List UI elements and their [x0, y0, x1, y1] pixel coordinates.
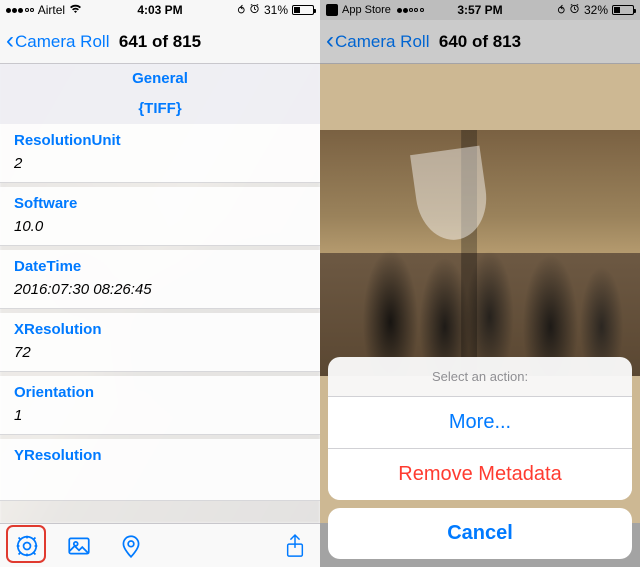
- row-resolutionunit: ResolutionUnit 2: [0, 124, 320, 183]
- pin-icon[interactable]: [118, 533, 144, 559]
- row-key: ResolutionUnit: [14, 132, 306, 149]
- more-button[interactable]: More...: [328, 397, 632, 449]
- left-screenshot: Airtel 4:03 PM ⥀ 31% ‹ Camera Roll 641 o…: [0, 0, 320, 567]
- chevron-left-icon: ‹: [326, 29, 334, 53]
- photo-icon[interactable]: [66, 533, 92, 559]
- back-button[interactable]: ‹ Camera Roll: [320, 30, 429, 54]
- metadata-scroll[interactable]: General {TIFF} ResolutionUnit 2 Software…: [0, 64, 320, 523]
- section-header-general: General: [0, 64, 320, 94]
- row-val: 72: [14, 344, 306, 361]
- section-header-tiff: {TIFF}: [0, 94, 320, 124]
- row-key: YResolution: [14, 447, 306, 464]
- battery-icon: [292, 5, 314, 15]
- row-datetime: DateTime 2016:07:30 08:26:45: [0, 250, 320, 309]
- cancel-button[interactable]: Cancel: [328, 508, 632, 559]
- right-screenshot: App Store 3:57 PM ⥀ 32% ‹ Camera Roll 64…: [320, 0, 640, 567]
- gear-icon[interactable]: [14, 533, 40, 559]
- action-sheet-title: Select an action:: [328, 357, 632, 397]
- battery-icon: [612, 5, 634, 15]
- chevron-left-icon: ‹: [6, 29, 14, 53]
- row-xresolution: XResolution 72: [0, 313, 320, 372]
- nav-bar: ‹ Camera Roll 641 of 815: [0, 20, 320, 64]
- row-val: 2016:07:30 08:26:45: [14, 281, 306, 298]
- row-val: 2: [14, 155, 306, 172]
- metadata-table: General {TIFF} ResolutionUnit 2 Software…: [0, 64, 320, 523]
- remove-metadata-button[interactable]: Remove Metadata: [328, 449, 632, 500]
- bottom-toolbar: [0, 523, 320, 567]
- share-icon[interactable]: [284, 533, 306, 559]
- action-sheet-group: Select an action: More... Remove Metadat…: [328, 357, 632, 500]
- row-key: Software: [14, 195, 306, 212]
- row-key: XResolution: [14, 321, 306, 338]
- action-sheet: Select an action: More... Remove Metadat…: [328, 357, 632, 559]
- row-val: 1: [14, 407, 306, 424]
- status-time: 4:03 PM: [0, 3, 320, 17]
- row-software: Software 10.0: [0, 187, 320, 246]
- back-label: Camera Roll: [15, 32, 109, 52]
- row-key: Orientation: [14, 384, 306, 401]
- status-bar: Airtel 4:03 PM ⥀ 31%: [0, 0, 320, 20]
- back-label: Camera Roll: [335, 32, 429, 52]
- row-key: DateTime: [14, 258, 306, 275]
- row-orientation: Orientation 1: [0, 376, 320, 435]
- back-button[interactable]: ‹ Camera Roll: [0, 30, 109, 54]
- status-time: 3:57 PM: [320, 3, 640, 17]
- row-val: 10.0: [14, 218, 306, 235]
- status-bar: App Store 3:57 PM ⥀ 32%: [320, 0, 640, 20]
- photo-thumbnail: [320, 130, 640, 376]
- nav-bar: ‹ Camera Roll 640 of 813: [320, 20, 640, 64]
- row-yresolution: YResolution: [0, 439, 320, 501]
